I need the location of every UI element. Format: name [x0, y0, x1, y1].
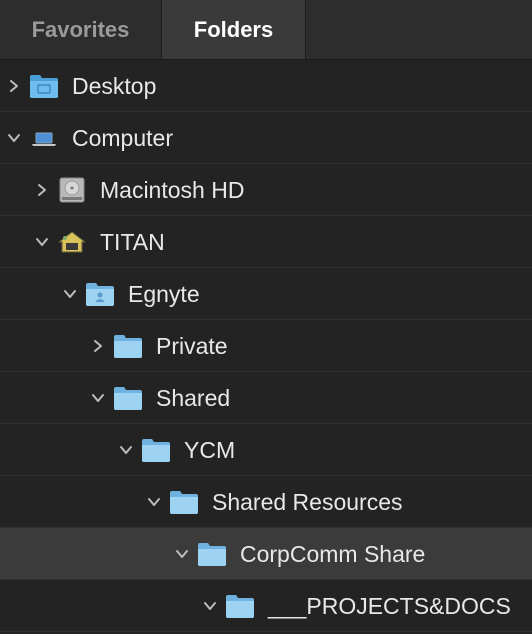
tree-item-shared-resources[interactable]: Shared Resources — [0, 476, 532, 528]
chevron-down-icon[interactable] — [115, 439, 137, 461]
tree-item-egnyte[interactable]: Egnyte — [0, 268, 532, 320]
network-server-icon — [56, 228, 88, 256]
folder-tree: Desktop Computer Macintosh HD TITAN Egnyte Pr… — [0, 60, 532, 632]
tree-item-label: Shared — [156, 385, 231, 411]
tree-item-shared[interactable]: Shared — [0, 372, 532, 424]
tree-item-label: Macintosh HD — [100, 177, 245, 203]
tree-item-label: Shared Resources — [212, 489, 403, 515]
tree-item-label: Desktop — [72, 73, 157, 99]
tree-item-computer[interactable]: Computer — [0, 112, 532, 164]
tree-item-desktop[interactable]: Desktop — [0, 60, 532, 112]
folder-icon — [168, 488, 200, 516]
chevron-down-icon[interactable] — [31, 231, 53, 253]
tab-folders[interactable]: Folders — [161, 0, 306, 59]
chevron-down-icon[interactable] — [59, 283, 81, 305]
folder-icon — [196, 540, 228, 568]
folder-icon — [140, 436, 172, 464]
tree-item-ycm[interactable]: YCM — [0, 424, 532, 476]
folder-icon — [112, 384, 144, 412]
chevron-right-icon[interactable] — [87, 335, 109, 357]
tree-item-label: TITAN — [100, 229, 165, 255]
chevron-right-icon[interactable] — [31, 179, 53, 201]
tree-item-titan[interactable]: TITAN — [0, 216, 532, 268]
tree-item-label: ___PROJECTS&DOCS — [268, 593, 511, 619]
folder-browser-panel: Favorites Folders Desktop Computer Macinto… — [0, 0, 532, 634]
tree-item-label: Private — [156, 333, 228, 359]
tree-item-label: Egnyte — [128, 281, 200, 307]
chevron-down-icon[interactable] — [143, 491, 165, 513]
tree-item-private[interactable]: Private — [0, 320, 532, 372]
tab-bar: Favorites Folders — [0, 0, 532, 60]
tree-item-label: CorpComm Share — [240, 541, 426, 567]
chevron-down-icon[interactable] — [87, 387, 109, 409]
desktop-folder-icon — [28, 72, 60, 100]
tab-bar-filler — [306, 0, 532, 59]
hard-drive-icon — [56, 176, 88, 204]
folder-icon — [112, 332, 144, 360]
chevron-down-icon[interactable] — [199, 595, 221, 617]
tree-item-corpcomm-share[interactable]: CorpComm Share — [0, 528, 532, 580]
tree-item-projects-docs[interactable]: ___PROJECTS&DOCS — [0, 580, 532, 632]
laptop-icon — [28, 124, 60, 152]
tab-favorites[interactable]: Favorites — [0, 0, 161, 59]
tree-item-label: Computer — [72, 125, 173, 151]
chevron-right-icon[interactable] — [3, 75, 25, 97]
folder-icon — [224, 592, 256, 620]
tree-item-macintosh-hd[interactable]: Macintosh HD — [0, 164, 532, 216]
tree-item-label: YCM — [184, 437, 236, 463]
shared-folder-icon — [84, 280, 116, 308]
chevron-down-icon[interactable] — [171, 543, 193, 565]
chevron-down-icon[interactable] — [3, 127, 25, 149]
